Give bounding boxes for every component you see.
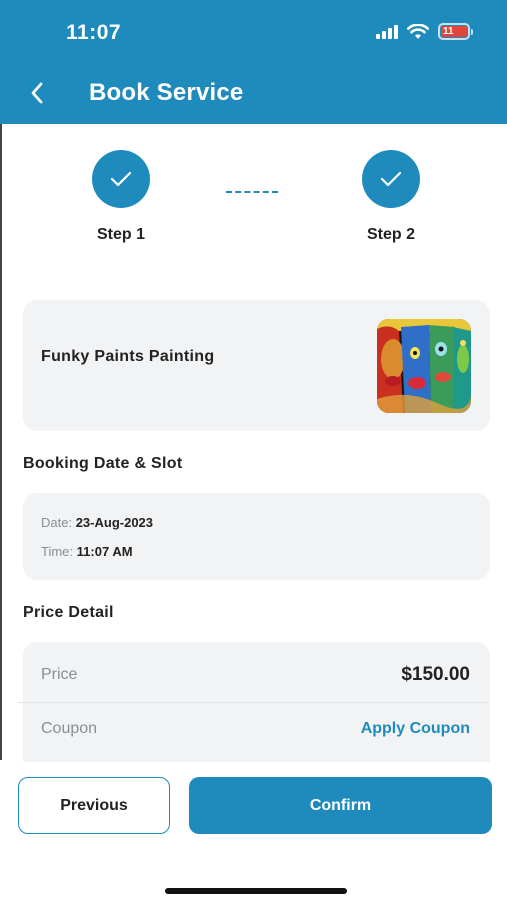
time-value: 11:07 AM xyxy=(76,544,133,559)
service-card: Funky Paints Painting xyxy=(23,300,490,431)
step-connector xyxy=(226,191,278,193)
chevron-left-icon xyxy=(31,82,43,104)
step-1-label: Step 1 xyxy=(96,226,145,243)
booking-date-row: Date: 23-Aug-2023 xyxy=(41,515,153,530)
battery-level: 11 xyxy=(441,26,467,37)
coupon-label: Coupon xyxy=(41,720,98,737)
service-name: Funky Paints Painting xyxy=(41,348,215,365)
edge-divider xyxy=(0,124,2,760)
date-value: 23-Aug-2023 xyxy=(75,515,154,530)
apply-coupon-link[interactable]: Apply Coupon xyxy=(361,720,470,738)
battery-icon: 11 xyxy=(438,23,473,40)
price-section-title: Price Detail xyxy=(23,604,114,621)
wifi-icon xyxy=(407,23,429,39)
page-title: Book Service xyxy=(89,79,244,106)
booking-section-title: Booking Date & Slot xyxy=(23,455,183,472)
footer-actions: Previous Confirm xyxy=(0,762,507,900)
date-label: Date: xyxy=(41,515,73,530)
coupon-row: Coupon Apply Coupon xyxy=(41,720,470,738)
price-value: $150.00 xyxy=(401,664,470,685)
booking-card: Date: 23-Aug-2023 Time: 11:07 AM xyxy=(23,493,490,580)
check-icon xyxy=(380,171,402,187)
price-label: Price xyxy=(41,666,78,683)
check-icon xyxy=(110,171,132,187)
previous-button[interactable]: Previous xyxy=(18,777,170,834)
confirm-button[interactable]: Confirm xyxy=(189,777,492,834)
signal-icon xyxy=(376,24,398,39)
price-divider xyxy=(18,702,487,703)
time-label: Time: xyxy=(41,544,74,559)
back-button[interactable] xyxy=(22,78,52,108)
step-1: Step 1 xyxy=(61,150,181,244)
price-row: Price $150.00 xyxy=(41,664,470,686)
status-bar: 11:07 11 xyxy=(0,0,507,62)
step-2-circle xyxy=(362,150,420,208)
status-time: 11:07 xyxy=(66,21,122,44)
home-indicator[interactable] xyxy=(165,888,347,894)
price-card: Price $150.00 Coupon Apply Coupon xyxy=(23,642,490,782)
status-icons: 11 xyxy=(376,23,473,40)
step-2: Step 2 xyxy=(331,150,451,244)
booking-time-row: Time: 11:07 AM xyxy=(41,544,133,559)
service-image xyxy=(377,319,471,413)
step-2-label: Step 2 xyxy=(366,226,415,243)
app-header: 11:07 11 Book Service xyxy=(0,0,507,124)
step-1-circle xyxy=(92,150,150,208)
